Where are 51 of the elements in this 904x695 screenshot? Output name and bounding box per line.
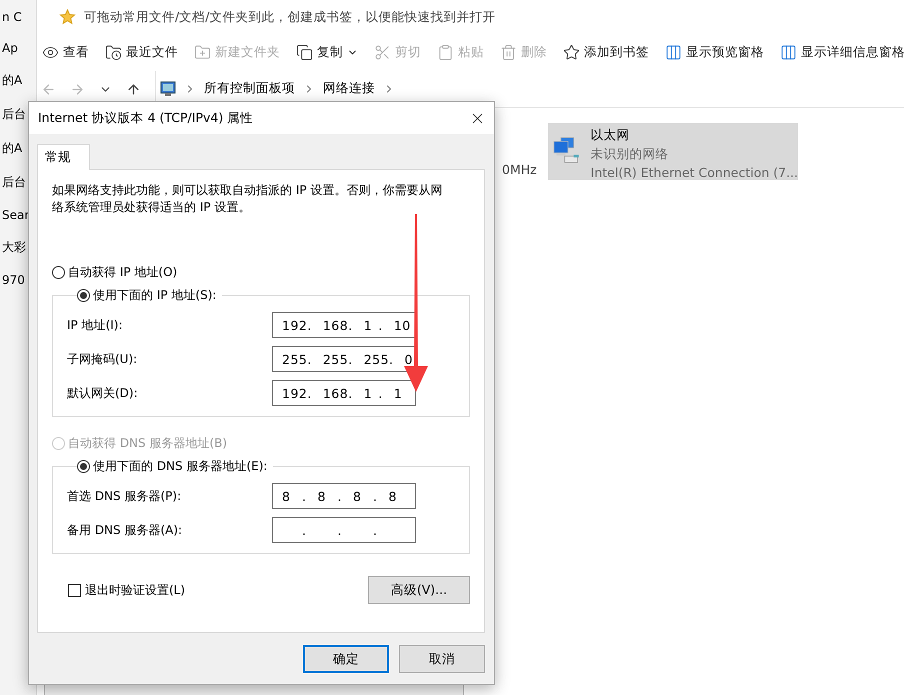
network-adapter-tile[interactable]: 以太网 未识别的网络 Intel(R) Ethernet Connection (7... [548, 123, 798, 180]
breadcrumb[interactable]: 所有控制面板项 [204, 80, 295, 97]
star-folder-icon [59, 9, 76, 25]
ip-address-field[interactable]: 8 . 8 . 8 . 8 [272, 483, 416, 509]
control-panel-icon [160, 80, 176, 96]
window-text: 的A [2, 140, 22, 157]
ip-address-field[interactable]: 192. 168. 1 . 10 [272, 312, 416, 338]
toolbar-button[interactable]: 查看 [39, 42, 92, 62]
toolbar-button[interactable]: 显示预览窗格 [662, 42, 767, 62]
window-text: 970 [2, 273, 25, 287]
toolbar-button[interactable]: 复制 [293, 42, 361, 62]
window-text: Ap [2, 41, 18, 55]
scissors-icon [374, 44, 391, 60]
window-title: Internet 协议版本 4 (TCP/IPv4) 属性 [38, 110, 254, 126]
star-icon [563, 44, 580, 60]
dialog-button[interactable]: 确定 [303, 645, 389, 673]
copy-icon [296, 44, 313, 60]
ip-address-field[interactable]: . . . [272, 517, 416, 543]
window-text: 后台 [2, 174, 26, 191]
clipboard-icon [437, 44, 454, 60]
up-button[interactable] [126, 82, 141, 96]
trash-icon [500, 44, 517, 60]
window-text: Sear [2, 208, 30, 222]
field-label: 默认网关(D): [67, 384, 139, 402]
advanced-button[interactable]: 高级(V)... [368, 576, 470, 604]
adapter-device: Intel(R) Ethernet Connection (7... [590, 165, 798, 180]
field-label: 首选 DNS 服务器(P): [67, 488, 182, 504]
field-label: 备用 DNS 服务器(A): [67, 522, 184, 538]
validate-checkbox[interactable]: 退出时验证设置(L) [68, 582, 186, 598]
window-text: 的A [2, 72, 22, 89]
window-text: n C [2, 10, 22, 24]
window-text: 后台 [2, 106, 26, 123]
columns-icon [780, 44, 797, 60]
folder-clock-icon [105, 44, 122, 60]
ip-address-field[interactable]: 192. 168. 1 . 1 [272, 380, 416, 406]
toolbar-button[interactable]: 最近文件 [102, 42, 181, 62]
adapter-status: 未识别的网络 [590, 146, 670, 163]
field-label: 子网掩码(U): [67, 350, 138, 368]
adapter-name: 以太网 [590, 127, 631, 144]
adapter-speed: 0MHz [502, 162, 537, 177]
window-text: 大彩 [2, 239, 26, 256]
dialog-button[interactable]: 取消 [399, 645, 485, 673]
forward-arrow-icon [70, 82, 85, 96]
bookmark-hint: 可拖动常用文件/文档/文件夹到此，创建成书签，以便能快速找到并打开 [84, 8, 496, 26]
breadcrumb[interactable]: 网络连接 [323, 80, 375, 97]
tab[interactable]: 常规 [37, 144, 90, 170]
description: 如果网络支持此功能，则可以获取自动指派的 IP 设置。否则，你需要从网络系统管理员处获得适当的 IP 设置。 [52, 182, 444, 216]
toolbar-button[interactable]: 添加到书签 [560, 42, 652, 62]
folder-plus-icon [194, 44, 211, 60]
columns-icon [665, 44, 682, 60]
field-label: IP 地址(I): [67, 316, 124, 334]
